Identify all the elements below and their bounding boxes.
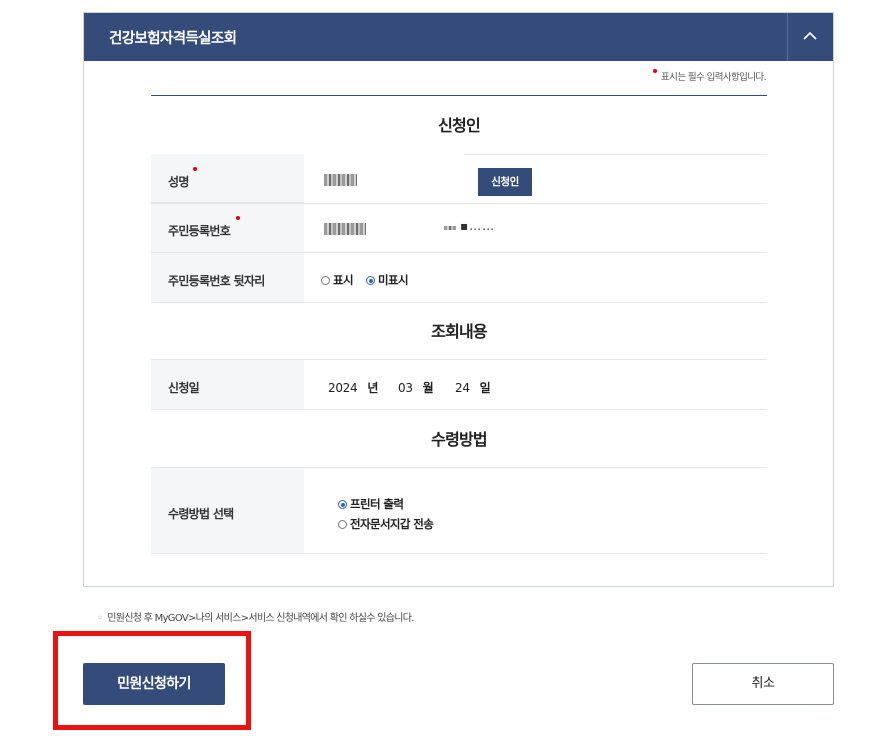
rrn-tail-label-cell: 주민등록번호 뒷자리 xyxy=(151,253,304,302)
date-year: 2024 년 xyxy=(328,381,379,395)
section-title-applicant: 신청인 xyxy=(438,116,481,135)
rrn-row: 주민등록번호 xyxy=(151,204,767,253)
name-label-cell: 성명 xyxy=(151,154,304,203)
date-month: 03 월 xyxy=(398,381,434,395)
applicant-button[interactable]: 신청인 xyxy=(478,168,532,196)
required-note: 표시는 필수 입력사항입니다. xyxy=(653,69,767,83)
required-dot-icon xyxy=(236,216,240,220)
required-dot-icon xyxy=(653,69,658,73)
name-value-masked xyxy=(324,174,357,186)
rrn-front-masked xyxy=(324,223,366,235)
name-label: 성명 xyxy=(168,175,189,189)
footnote-text: 민원신청 후 MyGOV>나의 서비스>서비스 신청내역에서 확인 하실수 있습… xyxy=(107,613,414,624)
collapse-button[interactable] xyxy=(787,13,833,61)
inquiry-panel: 건강보험자격득실조회 표시는 필수 입력사항입니다. 신청인 성명 신청인 주민… xyxy=(83,12,834,587)
rrn-label: 주민등록번호 xyxy=(168,224,231,238)
radio-unselected-icon[interactable] xyxy=(338,520,347,529)
receipt-label-cell: 수령방법 선택 xyxy=(151,468,304,553)
radio-unselected-icon[interactable] xyxy=(321,276,330,285)
chevron-up-icon xyxy=(803,31,817,40)
footnote: ◦ 민원신청 후 MyGOV>나의 서비스>서비스 신청내역에서 확인 하실수 있… xyxy=(97,609,414,624)
apply-button[interactable]: 민원신청하기 xyxy=(83,663,225,705)
section-title-receipt: 수령방법 xyxy=(431,430,487,449)
radio-selected-icon[interactable] xyxy=(338,500,347,509)
panel-title: 건강보험자격득실조회 xyxy=(109,31,237,47)
panel-header: 건강보험자격득실조회 xyxy=(84,13,833,61)
receipt-label: 수령방법 선택 xyxy=(168,507,234,521)
rrn-label-cell: 주민등록번호 xyxy=(151,204,304,252)
rrn-back-dots: ▪…… xyxy=(460,219,496,233)
rrn-tail-row: 주민등록번호 뒷자리 xyxy=(151,253,767,303)
receipt-row: 수령방법 선택 xyxy=(151,467,767,554)
bullet-icon: ◦ xyxy=(97,613,103,624)
required-note-text: 표시는 필수 입력사항입니다. xyxy=(661,72,767,83)
rrn-back-masked xyxy=(444,226,456,230)
date-day: 24 일 xyxy=(455,381,491,395)
section-title-inquiry: 조회내용 xyxy=(431,322,487,341)
receipt-option-printer[interactable]: 프린터 출력 xyxy=(338,496,404,512)
cancel-button[interactable]: 취소 xyxy=(692,663,834,705)
radio-selected-icon[interactable] xyxy=(366,276,375,285)
content-divider xyxy=(151,95,767,96)
required-dot-icon xyxy=(193,167,197,171)
rrn-tail-option-hide[interactable]: 미표시 xyxy=(366,272,409,288)
rrn-tail-option-show[interactable]: 표시 xyxy=(321,272,354,288)
name-row: 성명 xyxy=(151,154,767,204)
receipt-option-wallet[interactable]: 전자문서지갑 전송 xyxy=(338,516,434,532)
date-label: 신청일 xyxy=(168,381,200,395)
rrn-tail-label: 주민등록번호 뒷자리 xyxy=(168,274,265,288)
date-label-cell: 신청일 xyxy=(151,360,304,409)
